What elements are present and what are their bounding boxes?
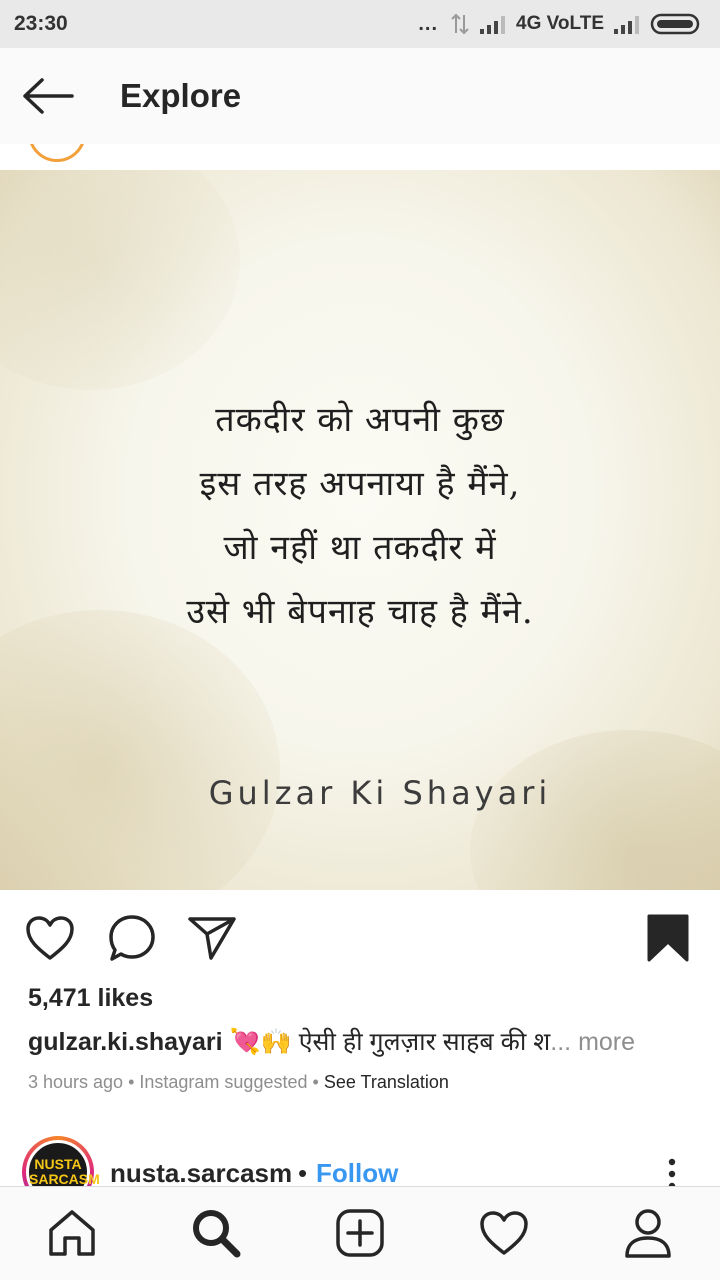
story-ring[interactable]: NUSTA SARCASM xyxy=(22,1136,100,1186)
network-label: 4G VoLTE xyxy=(516,13,604,34)
status-time: 23:30 xyxy=(14,12,68,35)
meta-separator: • xyxy=(307,1072,324,1092)
bookmark-icon xyxy=(647,914,689,962)
follow-button[interactable]: Follow xyxy=(316,1158,398,1186)
caption-emoji: 💘🙌 xyxy=(229,1028,292,1056)
avatar: NUSTA SARCASM xyxy=(26,1140,100,1186)
share-button[interactable] xyxy=(186,912,238,964)
caption-text: ऐसी ही गुलज़ार साहब की श xyxy=(291,1028,551,1056)
image-signature: Gulzar Ki Shayari xyxy=(208,774,552,812)
bottom-navigation xyxy=(0,1186,720,1280)
poem-text: तकदीर को अपनी कुछ इस तरह अपनाया है मैंने… xyxy=(0,388,720,644)
status-icons: ... 4G VoLTE xyxy=(418,12,704,36)
previous-post-strip xyxy=(0,144,720,170)
share-icon xyxy=(188,917,236,960)
post-username[interactable]: nusta.sarcasm xyxy=(110,1158,292,1186)
nav-activity[interactable] xyxy=(476,1205,532,1261)
caption-more-link[interactable]: ... more xyxy=(550,1028,635,1056)
meta-separator: • xyxy=(123,1072,140,1092)
post-meta: 3 hours ago • Instagram suggested • See … xyxy=(28,1072,449,1093)
data-arrows-icon xyxy=(451,13,469,35)
notification-dots: ... xyxy=(418,12,439,35)
page-title: Explore xyxy=(120,77,242,114)
profile-icon xyxy=(625,1209,671,1258)
avatar-text: SARCASM xyxy=(29,1171,100,1187)
avatar[interactable] xyxy=(28,144,86,162)
back-button[interactable] xyxy=(0,48,96,144)
poem-line: उसे भी बेपनाह चाह है मैंने. xyxy=(186,592,534,632)
background-texture xyxy=(0,610,280,890)
comment-icon xyxy=(109,915,155,961)
avatar-text: NUSTA xyxy=(34,1156,82,1172)
search-icon xyxy=(193,1210,241,1258)
signal-icon-2 xyxy=(614,16,639,34)
heart-icon xyxy=(26,916,74,960)
save-button[interactable] xyxy=(642,912,694,964)
post-caption[interactable]: gulzar.ki.shayari 💘🙌 ऐसी ही गुलज़ार साहब… xyxy=(28,1024,698,1058)
suggested-label: Instagram suggested xyxy=(139,1072,308,1092)
background-texture xyxy=(0,170,240,390)
poem-line: जो नहीं था तकदीर में xyxy=(223,528,497,568)
status-bar: 23:30 ... 4G VoLTE xyxy=(0,0,720,48)
add-post-icon xyxy=(336,1209,384,1257)
nav-search[interactable] xyxy=(188,1205,244,1261)
post-timestamp: 3 hours ago xyxy=(28,1072,124,1092)
nav-add-post[interactable] xyxy=(332,1205,388,1261)
battery-icon xyxy=(650,13,700,35)
signal-icon xyxy=(480,16,506,34)
nav-profile[interactable] xyxy=(620,1205,676,1261)
post-image[interactable]: तकदीर को अपनी कुछ इस तरह अपनाया है मैंने… xyxy=(0,170,720,890)
dot-separator: • xyxy=(298,1158,308,1186)
more-options-icon[interactable] xyxy=(660,1156,684,1186)
back-arrow-icon xyxy=(23,78,74,114)
home-icon xyxy=(49,1210,95,1256)
next-post-header: NUSTA SARCASM nusta.sarcasm • Follow xyxy=(0,1130,720,1186)
nav-home[interactable] xyxy=(44,1205,100,1261)
comment-button[interactable] xyxy=(106,912,158,964)
post-actions xyxy=(0,890,720,986)
like-count[interactable]: 5,471 likes xyxy=(28,984,153,1013)
poem-line: इस तरह अपनाया है मैंने, xyxy=(199,464,521,504)
like-button[interactable] xyxy=(24,912,76,964)
caption-username[interactable]: gulzar.ki.shayari xyxy=(28,1028,223,1056)
see-translation-link[interactable]: See Translation xyxy=(324,1072,449,1092)
activity-heart-icon xyxy=(480,1211,528,1255)
poem-line: तकदीर को अपनी कुछ xyxy=(215,400,505,440)
app-header: Explore xyxy=(0,48,720,144)
